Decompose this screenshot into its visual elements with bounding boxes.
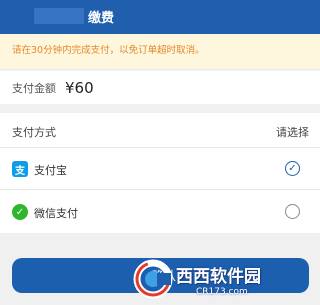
payment-timeout-notice: 请在30分钟内完成支付，以免订单超时取消。 xyxy=(0,34,320,68)
payment-option-label: 支付宝 xyxy=(34,164,67,177)
page-title: 缴费 xyxy=(88,11,115,26)
amount-value: ¥60 xyxy=(65,78,94,97)
alipay-radio-checked[interactable]: ✓ xyxy=(285,161,300,176)
amount-label: 支付金额 xyxy=(12,81,56,95)
payment-option-alipay[interactable]: 支 支付宝 ✓ xyxy=(0,148,320,190)
confirm-button-label: 确认 xyxy=(152,269,177,283)
blurred-app-name xyxy=(34,8,84,24)
payment-method-header: 支付方式 请选择 xyxy=(0,113,320,148)
payment-method-title: 支付方式 xyxy=(12,126,56,139)
header-bar: 缴费 xyxy=(0,0,320,34)
payment-method-select-hint: 请选择 xyxy=(276,126,309,139)
wechat-radio-unchecked[interactable] xyxy=(285,204,300,219)
confirm-button[interactable]: 确认 xyxy=(12,258,309,293)
amount-row: 支付金额 ¥60 xyxy=(0,71,320,104)
payment-option-label: 微信支付 xyxy=(34,207,78,220)
alipay-icon: 支 xyxy=(12,161,28,177)
payment-method-card: 支付方式 请选择 支 支付宝 ✓ ✓ 微信支付 xyxy=(0,113,320,233)
wechat-icon: ✓ xyxy=(12,204,28,220)
payment-option-wechat[interactable]: ✓ 微信支付 xyxy=(0,191,320,233)
